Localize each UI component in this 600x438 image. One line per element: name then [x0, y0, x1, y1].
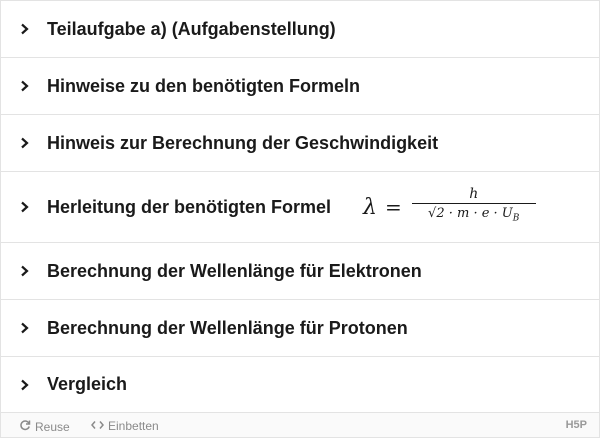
accordion-panel-hinweis-geschwindigkeit[interactable]: Hinweis zur Berechnung der Geschwindigke… — [1, 115, 599, 172]
panel-title: Hinweise zu den benötigten Formeln — [47, 75, 361, 96]
chevron-right-icon — [17, 136, 31, 150]
formula-numerator: h — [469, 186, 479, 203]
panel-title: Berechnung der Wellenlänge für Elektrone… — [47, 260, 422, 281]
denominator-text: √2 · m · e · U — [428, 206, 513, 222]
panel-title: Teilaufgabe a) (Aufgabenstellung) — [47, 18, 336, 39]
reuse-button[interactable]: Reuse — [19, 419, 70, 434]
formula-fraction: h √2 · m · e · UB — [411, 185, 536, 229]
reuse-label: Reuse — [35, 419, 70, 434]
h5p-logo[interactable]: H5P — [566, 419, 587, 431]
panel-title: Hinweis zur Berechnung der Geschwindigke… — [47, 132, 439, 153]
formula-lambda: λ — [363, 194, 377, 220]
panel-title: Herleitung der benötigten Formel — [47, 196, 332, 217]
accordion-panel-herleitung-formel[interactable]: Herleitung der benötigten Formel λ = h √… — [1, 172, 599, 243]
denominator-subscript: B — [512, 213, 520, 224]
accordion-panel-hinweise-formeln[interactable]: Hinweise zu den benötigten Formeln — [1, 58, 599, 115]
accordion-panel-teilaufgabe-a[interactable]: Teilaufgabe a) (Aufgabenstellung) — [1, 1, 599, 58]
accordion: Teilaufgabe a) (Aufgabenstellung) Hinwei… — [0, 0, 600, 413]
accordion-panel-vergleich[interactable]: Vergleich — [1, 357, 599, 413]
accordion-panel-wellenlaenge-elektronen[interactable]: Berechnung der Wellenlänge für Elektrone… — [1, 243, 599, 300]
embed-label: Einbetten — [108, 419, 159, 433]
panel-title: Berechnung der Wellenlänge für Protonen — [47, 317, 408, 338]
chevron-right-icon — [17, 200, 31, 214]
chevron-right-icon — [17, 79, 31, 93]
chevron-right-icon — [17, 321, 31, 335]
reuse-icon — [19, 419, 31, 434]
formula-equals: = — [384, 195, 402, 219]
formula-denominator: √2 · m · e · UB — [428, 204, 519, 229]
wavelength-formula: λ = h √2 · m · e · UB — [363, 184, 536, 230]
chevron-right-icon — [17, 264, 31, 278]
code-icon — [91, 419, 104, 433]
chevron-right-icon — [17, 378, 31, 392]
chevron-right-icon — [17, 22, 31, 36]
accordion-panel-wellenlaenge-protonen[interactable]: Berechnung der Wellenlänge für Protonen — [1, 300, 599, 357]
panel-title: Vergleich — [47, 374, 128, 394]
h5p-footer: Reuse Einbetten H5P — [0, 412, 600, 438]
embed-button[interactable]: Einbetten — [91, 419, 159, 433]
